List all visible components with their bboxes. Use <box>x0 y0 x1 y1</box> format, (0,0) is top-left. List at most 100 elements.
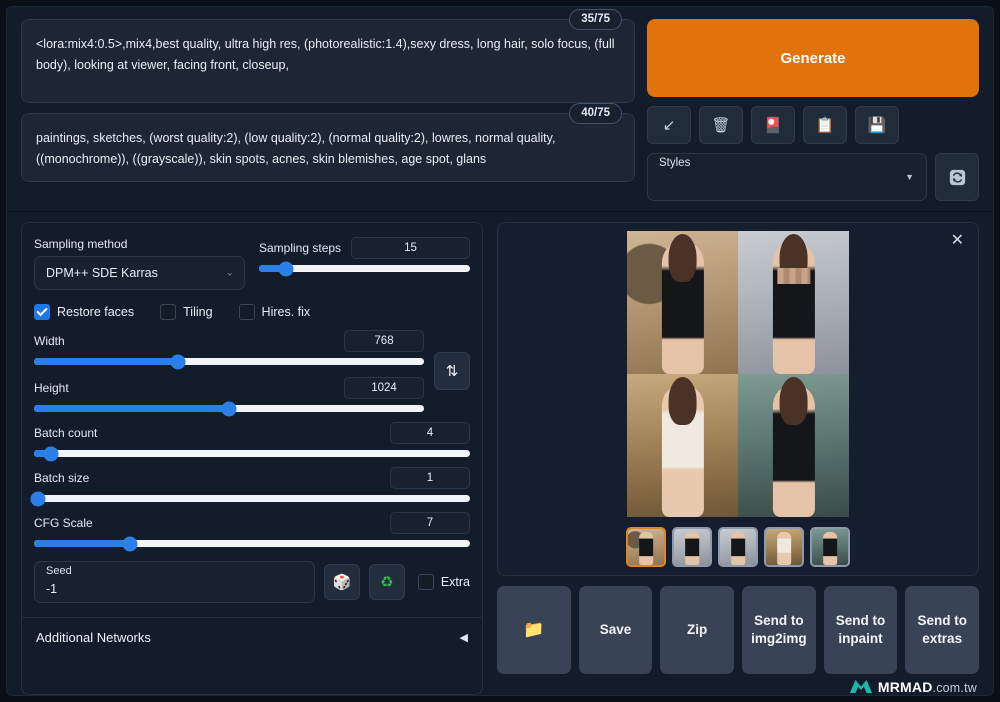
batch-size-header: Batch size 1 <box>34 467 470 489</box>
hires-fix-checkbox[interactable]: Hires. fix <box>238 304 310 320</box>
styles-label: Styles <box>659 157 691 169</box>
checkbox-box[interactable] <box>34 304 50 320</box>
sampling-method-value: DPM++ SDE Karras <box>46 266 158 280</box>
size-fields: Width 768 Height 1024 <box>34 330 424 416</box>
checkbox-box[interactable] <box>160 304 177 320</box>
results-panel: ✕ 📁 Save Zip Send to img2img Send to inp… <box>497 222 980 695</box>
apply-style-button[interactable]: 📋 <box>803 106 847 144</box>
read-generation-params-button[interactable]: 🎴 <box>751 106 795 144</box>
send-to-img2img-button[interactable]: Send to img2img <box>742 586 816 674</box>
open-folder-button[interactable]: 📁 <box>497 586 571 674</box>
thumbnail-1[interactable] <box>626 527 666 567</box>
negative-prompt-box[interactable]: 40/75 paintings, sketches, (worst qualit… <box>21 103 635 183</box>
seed-value[interactable]: -1 <box>46 582 57 596</box>
negative-prompt-input[interactable]: paintings, sketches, (worst quality:2), … <box>36 128 620 169</box>
floppy-disk-icon: 💾 <box>867 117 887 134</box>
sampling-steps-slider[interactable] <box>259 261 470 276</box>
batch-count-label: Batch count <box>34 426 98 440</box>
sampling-method-group: Sampling method DPM++ SDE Karras ⌄ <box>34 237 245 290</box>
cfg-scale-slider[interactable] <box>34 536 470 551</box>
app-window: 35/75 <lora:mix4:0.5>,mix4,best quality,… <box>6 6 994 696</box>
tiling-checkbox[interactable]: Tiling <box>160 304 213 320</box>
slider-knob[interactable] <box>170 354 186 369</box>
prompt-toolbar: ↙ 🗑 🎴 📋 💾 <box>647 106 979 144</box>
batch-size-input[interactable]: 1 <box>390 467 470 489</box>
slider-fill <box>34 405 229 412</box>
slider-fill <box>34 540 130 547</box>
width-slider[interactable] <box>34 354 424 369</box>
cfg-scale-header: CFG Scale 7 <box>34 512 470 534</box>
save-style-button[interactable]: 💾 <box>855 106 899 144</box>
result-image-2[interactable] <box>738 231 849 374</box>
app-root: 35/75 <lora:mix4:0.5>,mix4,best quality,… <box>0 0 1000 702</box>
thumbnail-strip <box>626 527 850 567</box>
slider-knob[interactable] <box>221 401 237 416</box>
chevron-down-icon: ⌄ <box>225 267 234 279</box>
extra-seed-checkbox[interactable]: Extra <box>417 574 470 590</box>
batch-count-group: Batch count 4 <box>34 422 470 461</box>
image-gallery: ✕ <box>497 222 979 576</box>
watermark-brand: MRMAD.com.tw <box>878 679 977 695</box>
thumbnail-4[interactable] <box>764 527 804 567</box>
batch-count-input[interactable]: 4 <box>390 422 470 444</box>
chevron-down-icon: ▼ <box>905 172 914 182</box>
height-header: Height 1024 <box>34 377 424 399</box>
thumbnail-5[interactable] <box>810 527 850 567</box>
sampling-steps-group: Sampling steps 15 <box>259 237 470 276</box>
restore-faces-label: Restore faces <box>57 305 135 319</box>
result-image-1[interactable] <box>627 231 738 374</box>
slider-knob[interactable] <box>43 446 59 461</box>
checkbox-box[interactable] <box>417 574 434 590</box>
body-section: Sampling method DPM++ SDE Karras ⌄ Sampl… <box>7 212 993 695</box>
positive-prompt-input[interactable]: <lora:mix4:0.5>,mix4,best quality, ultra… <box>36 34 620 75</box>
width-input[interactable]: 768 <box>344 330 424 352</box>
positive-prompt-box[interactable]: 35/75 <lora:mix4:0.5>,mix4,best quality,… <box>21 9 635 103</box>
batch-size-label: Batch size <box>34 471 90 485</box>
trash-icon: 🗑 <box>711 117 731 134</box>
random-seed-button[interactable]: 🎲 <box>323 564 360 600</box>
prompt-section: 35/75 <lora:mix4:0.5>,mix4,best quality,… <box>7 7 993 212</box>
seed-field[interactable]: Seed -1 <box>34 561 315 603</box>
additional-networks-section[interactable]: Additional Networks ◀ <box>22 617 482 657</box>
zip-button[interactable]: Zip <box>660 586 735 674</box>
sampling-method-dropdown[interactable]: DPM++ SDE Karras ⌄ <box>34 256 245 290</box>
thumbnail-3[interactable] <box>718 527 758 567</box>
styles-dropdown[interactable]: Styles ▼ <box>647 153 927 201</box>
watermark: MRMAD.com.tw <box>849 678 977 695</box>
extra-label: Extra <box>440 575 470 589</box>
sampling-method-label: Sampling method <box>34 237 128 251</box>
height-input[interactable]: 1024 <box>344 377 424 399</box>
batch-size-slider[interactable] <box>30 491 470 506</box>
slider-knob[interactable] <box>278 261 294 276</box>
save-button[interactable]: Save <box>578 586 653 674</box>
cfg-scale-group: CFG Scale 7 <box>34 512 470 551</box>
height-slider[interactable] <box>34 401 424 416</box>
seed-label: Seed <box>46 565 72 577</box>
generate-button[interactable]: Generate <box>647 19 979 97</box>
sampling-steps-input[interactable]: 15 <box>351 237 470 259</box>
clear-prompt-button[interactable]: 🗑 <box>699 106 743 144</box>
thumbnail-2[interactable] <box>672 527 712 567</box>
recycle-icon: ♻ <box>380 574 394 591</box>
batch-count-slider[interactable] <box>34 446 470 461</box>
checkbox-box[interactable] <box>238 304 255 320</box>
close-gallery-button[interactable]: ✕ <box>951 233 964 249</box>
send-to-extras-button[interactable]: Send to extras <box>905 586 980 674</box>
sampling-steps-label: Sampling steps <box>259 241 342 255</box>
restore-faces-checkbox[interactable]: Restore faces <box>34 304 134 320</box>
result-image-4[interactable] <box>738 374 849 517</box>
slider-knob[interactable] <box>30 491 46 506</box>
result-image-3[interactable] <box>627 374 738 517</box>
cfg-scale-input[interactable]: 7 <box>390 512 470 534</box>
tiling-label: Tiling <box>183 305 213 319</box>
reuse-seed-button[interactable]: ♻ <box>368 564 405 600</box>
send-to-inpaint-button[interactable]: Send to inpaint <box>823 586 898 674</box>
refresh-styles-button[interactable] <box>935 153 979 201</box>
swap-dimensions-button[interactable]: ⇅ <box>434 352 470 390</box>
cfg-scale-label: CFG Scale <box>34 516 93 530</box>
swap-arrows-icon: ⇅ <box>445 363 459 380</box>
toggles-row: Restore faces Tiling Hires. fix <box>34 304 470 320</box>
slider-knob[interactable] <box>122 536 138 551</box>
size-block: Width 768 Height 1024 ⇅ <box>34 330 470 416</box>
restore-progress-button[interactable]: ↙ <box>647 106 691 144</box>
